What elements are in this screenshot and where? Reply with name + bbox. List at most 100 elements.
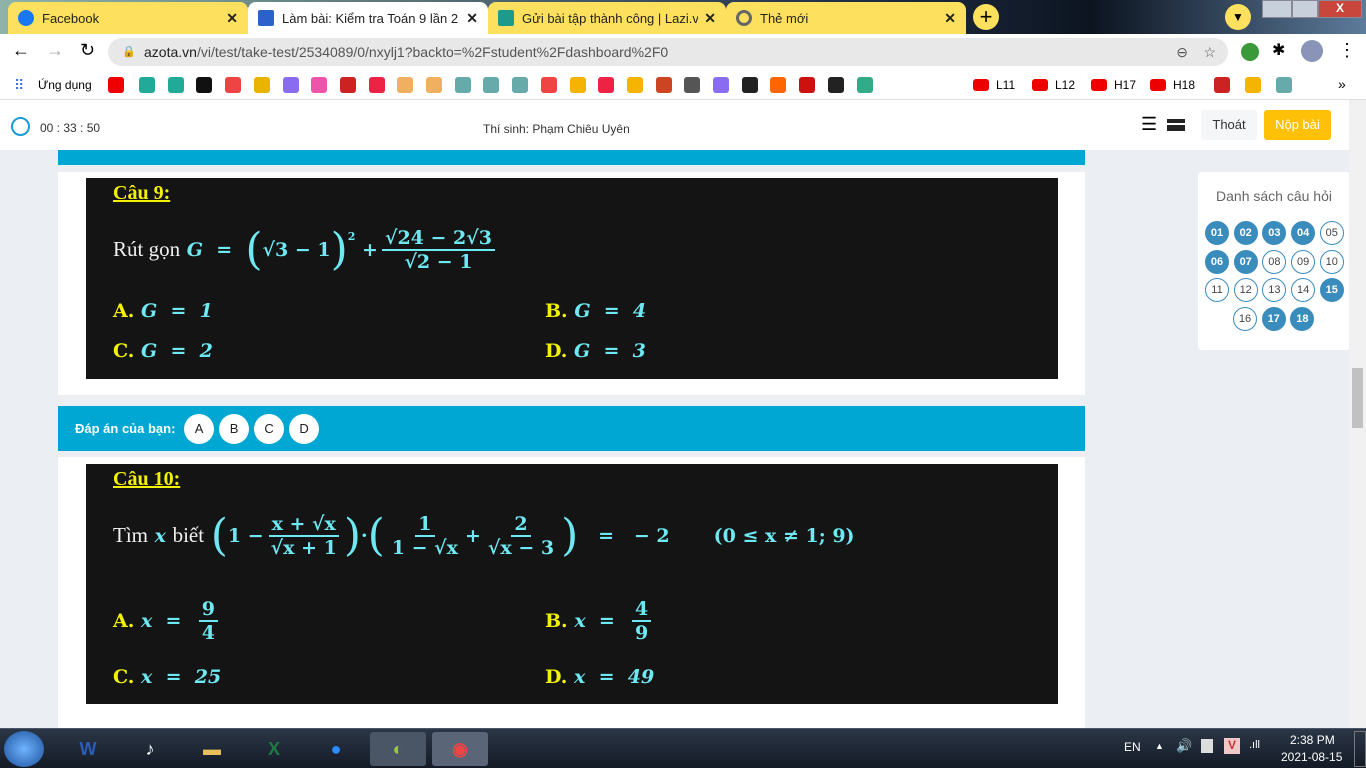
language-indicator[interactable]: EN [1124,740,1141,754]
v-app-icon[interactable]: V [1224,738,1240,754]
grid-view-icon[interactable] [1167,119,1185,131]
bookmark-icon[interactable] [1214,77,1230,93]
excel-icon[interactable]: X [246,732,302,766]
tab-facebook[interactable]: Facebook ✕ [8,2,248,34]
avatar[interactable] [1301,40,1323,62]
bookmark-icon[interactable] [368,77,385,93]
bookmark-icon[interactable] [1245,77,1261,93]
question-nav-07[interactable]: 07 [1233,249,1258,274]
extension-icon[interactable] [1241,43,1259,61]
bookmark-icon[interactable] [799,77,816,93]
answer-d-button[interactable]: D [289,413,320,444]
bookmark-icon[interactable] [713,77,729,93]
scrollbar[interactable] [1349,100,1366,728]
signal-icon[interactable]: .ıll [1249,739,1260,751]
bookmark-icon[interactable] [108,77,124,93]
bookmark-icon[interactable] [225,77,242,93]
bookmark-h18[interactable]: H18 [1173,78,1195,92]
zoom-app-icon[interactable]: ● [308,732,364,766]
bookmark-icon[interactable] [569,77,586,93]
tab-azota[interactable]: Làm bài: Kiểm tra Toán 9 lần 2 - ✕ [248,2,488,34]
bookmark-icon[interactable] [827,77,844,93]
bookmark-h17[interactable]: H17 [1114,78,1136,92]
bookmark-icon[interactable] [856,77,873,93]
bookmark-l11[interactable]: L11 [996,78,1015,92]
zoom-icon[interactable]: ⊖ [1176,38,1188,66]
minimize-button[interactable] [1262,0,1292,18]
bookmark-icon[interactable] [339,77,356,93]
tab-new[interactable]: Thẻ mới ✕ [726,2,966,34]
power-icon[interactable] [1201,739,1213,753]
close-icon[interactable]: ✕ [704,10,716,27]
question-nav-10[interactable]: 10 [1319,249,1344,274]
question-nav-17[interactable]: 17 [1261,306,1286,331]
youtube-icon[interactable] [1150,79,1166,91]
question-nav-18[interactable]: 18 [1290,306,1315,331]
maximize-button[interactable] [1292,0,1318,18]
more-bookmarks-icon[interactable]: » [1338,76,1346,92]
puzzle-icon[interactable]: ✱ [1272,40,1285,60]
bookmark-icon[interactable] [741,77,758,93]
question-nav-01[interactable]: 01 [1205,221,1229,245]
bookmark-icon[interactable] [483,77,500,93]
answer-b-button[interactable]: B [219,413,250,444]
bookmark-icon[interactable] [139,77,155,93]
question-nav-09[interactable]: 09 [1291,249,1316,274]
tab-lazi[interactable]: Gửi bài tập thành công | Lazi.vn - ✕ [488,2,726,34]
bookmark-icon[interactable] [282,77,299,93]
folder-icon[interactable]: ▬ [184,732,240,766]
question-nav-08[interactable]: 08 [1262,249,1287,274]
menu-icon[interactable]: ⋮ [1338,40,1356,61]
back-icon[interactable]: ← [12,40,30,61]
bookmark-icon[interactable] [311,77,328,93]
answer-a-button[interactable]: A [184,413,215,444]
close-icon[interactable]: ✕ [226,10,238,27]
question-nav-02[interactable]: 02 [1233,221,1258,245]
start-button[interactable] [4,731,44,767]
question-nav-03[interactable]: 03 [1262,221,1287,245]
bookmark-icon[interactable] [655,77,672,93]
close-icon[interactable]: ✕ [466,10,478,27]
bookmark-l12[interactable]: L12 [1055,78,1075,92]
forward-icon[interactable]: → [46,40,64,61]
question-nav-15[interactable]: 15 [1319,278,1344,302]
clock-time[interactable]: 2:38 PM [1290,733,1335,747]
bookmark-icon[interactable] [540,77,557,93]
question-nav-05[interactable]: 05 [1319,221,1344,245]
star-icon[interactable]: ☆ [1203,38,1216,66]
question-nav-13[interactable]: 13 [1262,278,1287,302]
youtube-icon[interactable] [973,79,989,91]
reload-icon[interactable]: ↻ [80,40,95,61]
chrome-taskbar-icon[interactable]: ◉ [432,732,488,766]
scrollbar-thumb[interactable] [1352,368,1363,428]
bookmark-icon[interactable] [426,77,442,93]
bookmark-icon[interactable] [684,77,701,93]
show-desktop-button[interactable] [1354,731,1366,767]
bookmark-icon[interactable] [626,77,643,93]
question-nav-12[interactable]: 12 [1233,278,1258,302]
bookmark-apps[interactable]: Ứng dụng [38,78,92,92]
bookmark-icon[interactable] [770,77,787,93]
close-icon[interactable]: ✕ [944,10,956,27]
bookmark-icon[interactable] [1276,77,1292,93]
tray-arrow-icon[interactable]: ▲ [1155,741,1164,751]
youtube-icon[interactable] [1032,79,1048,91]
question-nav-04[interactable]: 04 [1291,221,1316,245]
bookmark-icon[interactable] [397,77,414,93]
bookmark-icon[interactable] [167,77,184,93]
question-nav-14[interactable]: 14 [1291,278,1316,302]
bookmark-icon[interactable] [253,77,270,93]
word-icon[interactable]: W [60,732,116,766]
bookmark-icon[interactable] [512,77,529,93]
clock-date[interactable]: 2021-08-15 [1281,750,1342,764]
list-view-icon[interactable]: ☰ [1141,115,1157,133]
question-nav-06[interactable]: 06 [1205,249,1229,274]
question-nav-11[interactable]: 11 [1205,278,1229,302]
bookmark-icon[interactable] [196,77,213,93]
app-icon[interactable]: ◐ [370,732,426,766]
tiktok-icon[interactable]: ♪ [122,732,178,766]
submit-button[interactable]: Nộp bài [1264,110,1331,140]
question-nav-16[interactable]: 16 [1233,306,1257,331]
youtube-icon[interactable] [1091,79,1107,91]
exit-button[interactable]: Thoát [1201,110,1257,140]
